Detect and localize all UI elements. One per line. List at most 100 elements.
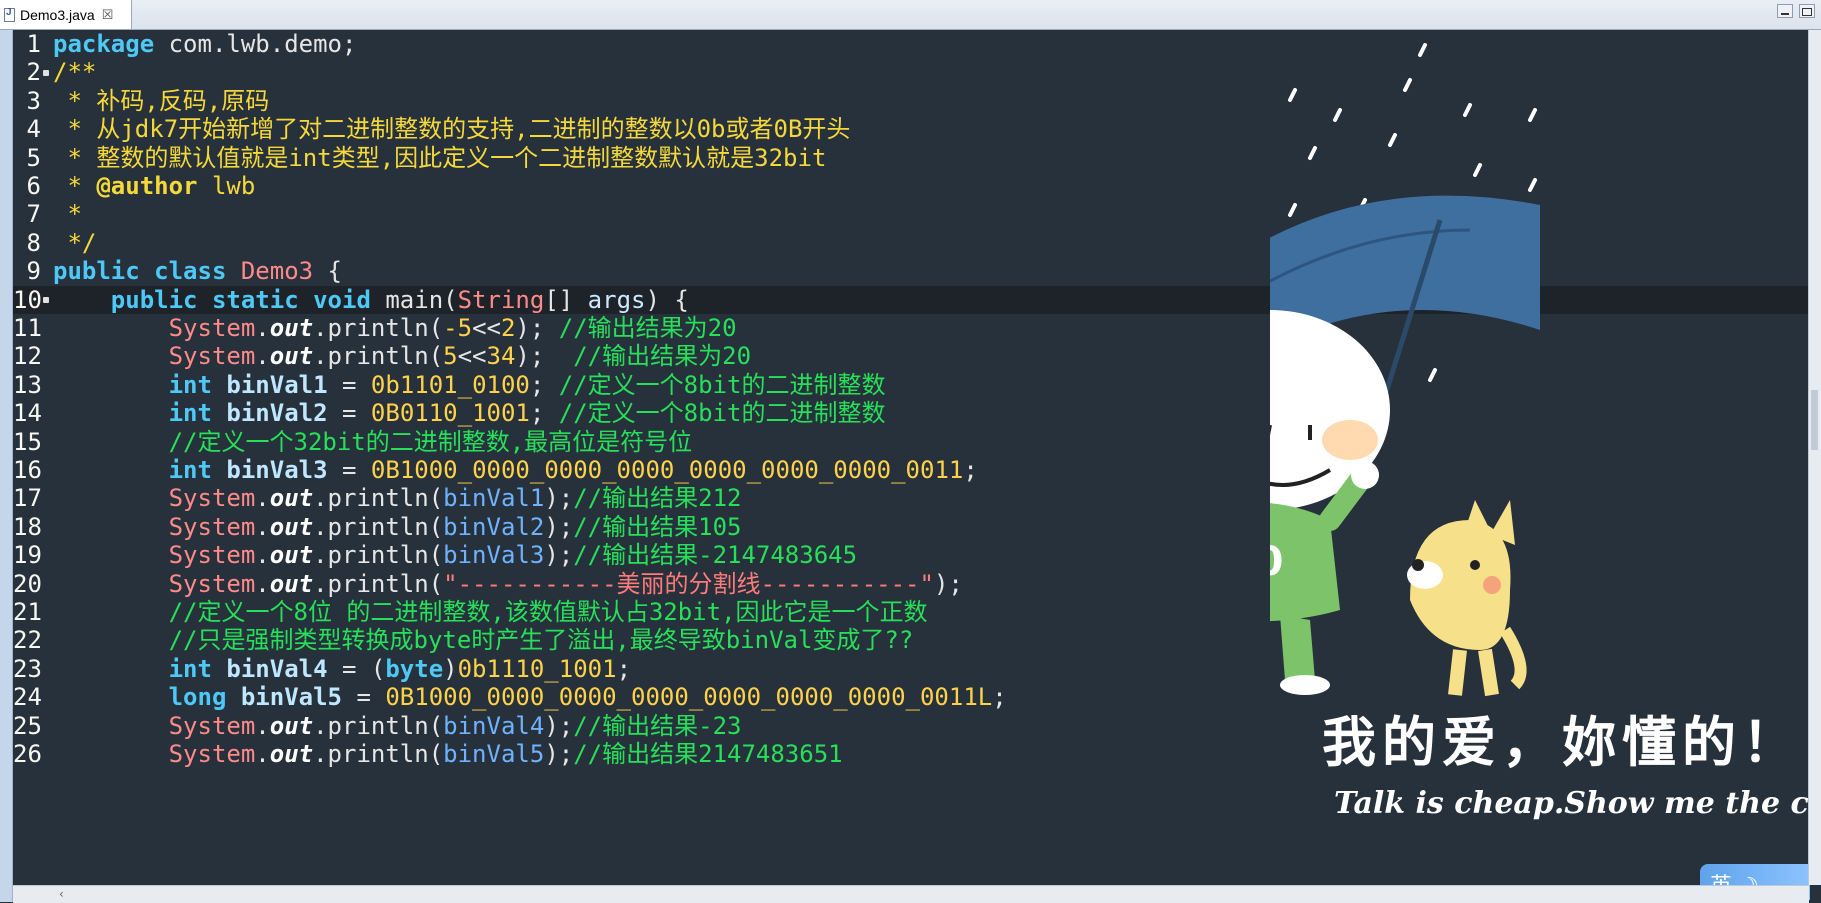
fold-marker-icon[interactable] xyxy=(43,69,49,76)
token-var: binVal1 xyxy=(226,370,328,399)
line-number: 6 xyxy=(26,172,41,200)
token-var: binVal2 xyxy=(226,399,328,428)
code-text[interactable]: * 整数的默认值就是int类型,因此定义一个二进制整数默认就是32bit xyxy=(53,144,826,172)
code-line[interactable]: 14 int binVal2 = 0B0110_1001; //定义一个8bit… xyxy=(13,399,1809,427)
token-plain: ); xyxy=(515,314,559,342)
code-line[interactable]: 16 int binVal3 = 0B1000_0000_0000_0000_0… xyxy=(13,456,1809,484)
line-number: 18 xyxy=(13,512,42,541)
code-text[interactable]: int binVal3 = 0B1000_0000_0000_0000_0000… xyxy=(53,456,978,484)
code-line[interactable]: 4 * 从jdk7开始新增了对二进制整数的支持,二进制的整数以0b或者0B开头 xyxy=(13,115,1809,143)
token-cls: System xyxy=(168,569,256,598)
line-number: 26 xyxy=(13,740,42,768)
code-line[interactable]: 11 System.out.println(-5<<2); //输出结果为20 xyxy=(13,314,1809,342)
token-plain: ; xyxy=(616,654,632,683)
token-plain: = xyxy=(342,683,386,712)
line-number: 25 xyxy=(13,711,42,740)
line-number: 10 xyxy=(13,285,42,314)
token-plain: .println( xyxy=(313,512,444,541)
code-line[interactable]: 5 * 整数的默认值就是int类型,因此定义一个二进制整数默认就是32bit xyxy=(13,144,1809,172)
code-text[interactable]: int binVal4 = (byte)0b1110_1001; xyxy=(53,655,631,683)
editor-left-ruler xyxy=(0,30,13,902)
code-text[interactable]: System.out.println(-5<<2); //输出结果为20 xyxy=(53,314,737,342)
code-text[interactable]: System.out.println(binVal1);//输出结果212 xyxy=(53,484,742,513)
code-line[interactable]: 20 System.out.println("-----------美丽的分割线… xyxy=(13,570,1809,598)
code-text[interactable]: //只是强制类型转换成byte时产生了溢出,最终导致binVal变成了?? xyxy=(53,626,914,654)
line-number: 9 xyxy=(26,257,41,286)
code-line[interactable]: 22 //只是强制类型转换成byte时产生了溢出,最终导致binVal变成了?? xyxy=(13,626,1809,654)
code-line[interactable]: 8 */ xyxy=(13,229,1809,257)
code-line[interactable]: 7 * xyxy=(13,200,1809,228)
token-plain: . xyxy=(255,314,270,342)
code-line[interactable]: 9 public class Demo3 { xyxy=(13,257,1809,285)
token-num: 34 xyxy=(486,342,516,371)
code-text[interactable]: */ xyxy=(53,229,96,257)
token-plain: . xyxy=(255,342,270,371)
fold-marker-icon[interactable] xyxy=(43,296,49,303)
minimize-icon[interactable] xyxy=(1777,4,1793,18)
token-kw: static xyxy=(211,285,299,314)
code-line[interactable]: 6 * @author lwb xyxy=(13,172,1809,200)
java-file-icon xyxy=(4,7,15,22)
token-plain: [] xyxy=(544,285,588,314)
token-doc: * 补码,反码,原码 xyxy=(53,86,270,115)
code-line[interactable]: 3 * 补码,反码,原码 xyxy=(13,87,1809,115)
code-line[interactable]: 12 System.out.println(5<<34); //输出结果为20 xyxy=(13,342,1809,370)
token-var: binVal4 xyxy=(226,654,328,683)
code-line[interactable]: 15 //定义一个32bit的二进制整数,最高位是符号位 xyxy=(13,428,1809,456)
code-line[interactable]: 2 /** xyxy=(13,58,1809,86)
code-text[interactable]: System.out.println("-----------美丽的分割线---… xyxy=(53,570,963,598)
code-line[interactable]: 10 public static void main(String[] args… xyxy=(13,285,1809,314)
code-text[interactable]: //定义一个8位 的二进制整数,该数值默认占32bit,因此它是一个正数 xyxy=(53,598,928,626)
code-text[interactable]: * 补码,反码,原码 xyxy=(53,87,269,115)
token-plain: = xyxy=(327,399,371,428)
token-field: out xyxy=(269,314,314,342)
code-text[interactable]: long binVal5 = 0B1000_0000_0000_0000_000… xyxy=(53,683,1007,711)
token-plain: ); xyxy=(544,541,574,570)
code-line[interactable]: 17 System.out.println(binVal1);//输出结果212 xyxy=(13,484,1809,512)
code-text[interactable]: int binVal2 = 0B0110_1001; //定义一个8bit的二进… xyxy=(53,399,886,428)
code-line[interactable]: 13 int binVal1 = 0b1101_0100; //定义一个8bit… xyxy=(13,371,1809,399)
code-line[interactable]: 19 System.out.println(binVal3);//输出结果-21… xyxy=(13,541,1809,569)
line-number: 7 xyxy=(26,200,41,229)
code-text[interactable]: //定义一个32bit的二进制整数,最高位是符号位 xyxy=(53,428,693,456)
code-text[interactable]: * 从jdk7开始新增了对二进制整数的支持,二进制的整数以0b或者0B开头 xyxy=(53,115,850,143)
token-kw: long xyxy=(168,683,227,712)
code-text[interactable]: System.out.println(binVal4);//输出结果-23 xyxy=(53,711,742,740)
token-field: out xyxy=(269,512,314,541)
token-num: 5 xyxy=(443,342,458,371)
tab-demo3-java[interactable]: Demo3.java ☒ xyxy=(0,0,132,29)
code-text[interactable]: * xyxy=(53,200,81,228)
maximize-icon[interactable] xyxy=(1799,4,1815,18)
code-text[interactable]: int binVal1 = 0b1101_0100; //定义一个8bit的二进… xyxy=(53,370,886,399)
token-plain: .println( xyxy=(313,711,444,740)
code-text[interactable]: public class Demo3 { xyxy=(53,257,342,285)
vertical-scrollbar-thumb[interactable] xyxy=(1811,390,1818,450)
token-cmt: //定义一个8bit的二进制整数 xyxy=(558,399,886,428)
close-tab-icon[interactable]: ☒ xyxy=(102,7,114,23)
code-text[interactable]: System.out.println(binVal2);//输出结果105 xyxy=(53,512,742,541)
code-line[interactable]: 18 System.out.println(binVal2);//输出结果105 xyxy=(13,513,1809,541)
code-text[interactable]: package com.lwb.demo; xyxy=(53,30,356,58)
token-plain: .println( xyxy=(313,740,444,768)
token-plain: . xyxy=(255,484,270,513)
token-sel: args xyxy=(587,285,646,314)
code-text[interactable]: * @author lwb xyxy=(53,172,255,200)
code-text[interactable]: System.out.println(binVal3);//输出结果-21474… xyxy=(53,541,857,569)
code-line[interactable]: 21 //定义一个8位 的二进制整数,该数值默认占32bit,因此它是一个正数 xyxy=(13,598,1809,626)
scroll-left-arrow-icon[interactable]: ‹ xyxy=(59,887,64,901)
code-line[interactable]: 1 package com.lwb.demo; xyxy=(13,30,1809,58)
wallpaper-motto-chinese: 我的爱，妳懂的！ xyxy=(1322,710,1802,774)
code-text[interactable]: System.out.println(5<<34); //输出结果为20 xyxy=(53,342,751,370)
code-text[interactable]: System.out.println(binVal5);//输出结果214748… xyxy=(53,740,843,768)
line-number: 21 xyxy=(13,598,42,626)
horizontal-scrollbar[interactable]: ‹ xyxy=(13,885,1809,903)
vertical-scrollbar[interactable] xyxy=(1808,30,1821,885)
code-line[interactable]: 23 int binVal4 = (byte)0b1110_1001; xyxy=(13,655,1809,683)
token-varref: binVal1 xyxy=(443,484,545,513)
code-text[interactable]: public static void main(String[] args) { xyxy=(53,286,689,314)
code-text[interactable]: /** xyxy=(53,58,96,86)
